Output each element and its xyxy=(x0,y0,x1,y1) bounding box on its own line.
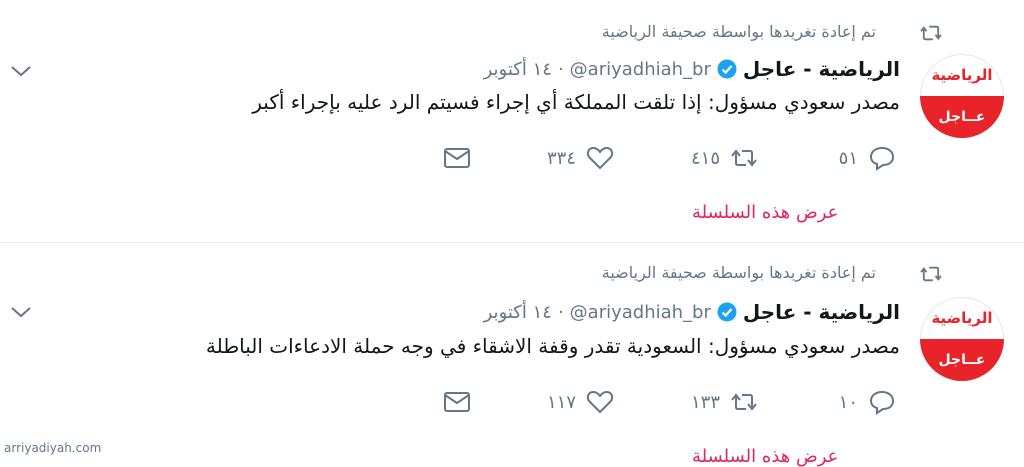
like-icon xyxy=(586,390,614,414)
avatar-badge-text: عــاجل xyxy=(938,109,986,125)
display-name[interactable]: الرياضية - عاجل xyxy=(743,300,900,324)
avatar-badge-text: عــاجل xyxy=(938,352,986,368)
retweeted-by-label: تم إعادة تغريدها بواسطة صحيفة الرياضية xyxy=(601,22,876,41)
avatar[interactable]: الرياضية عــاجل xyxy=(920,297,1004,381)
chevron-down-icon[interactable] xyxy=(10,64,32,78)
tweet-text: مصدر سعودي مسؤول: إذا تلقت المملكة أي إج… xyxy=(252,90,900,114)
like-button[interactable]: ٣٣٤ xyxy=(547,144,614,172)
verified-icon xyxy=(717,302,737,322)
like-count: ٣٣٤ xyxy=(546,147,576,169)
chevron-down-icon[interactable] xyxy=(10,305,32,319)
dm-icon[interactable] xyxy=(443,389,471,415)
retweet-button[interactable]: ١٣٣ xyxy=(691,388,758,416)
dm-icon[interactable] xyxy=(443,145,471,171)
separator: · xyxy=(557,301,564,323)
avatar[interactable]: الرياضية عــاجل xyxy=(920,54,1004,138)
timestamp[interactable]: ١٤ أكتوبر xyxy=(484,59,552,80)
reply-icon xyxy=(869,146,895,171)
show-thread-link[interactable]: عرض هذه السلسلة xyxy=(692,446,838,467)
retweet-count: ٤١٥ xyxy=(690,147,720,169)
reply-count: ١٠ xyxy=(838,391,858,413)
reply-icon xyxy=(869,390,895,415)
reply-button[interactable]: ٥١ xyxy=(839,144,896,172)
reply-count: ٥١ xyxy=(838,147,858,169)
display-name[interactable]: الرياضية - عاجل xyxy=(743,57,900,81)
timestamp[interactable]: ١٤ أكتوبر xyxy=(484,302,552,323)
like-button[interactable]: ١١٧ xyxy=(547,388,614,416)
retweet-icon xyxy=(731,149,757,167)
handle[interactable]: @ariyadhiah_br xyxy=(570,59,711,80)
avatar-logo-text: الرياضية xyxy=(931,66,993,84)
retweeted-by-label: تم إعادة تغريدها بواسطة صحيفة الرياضية xyxy=(601,263,876,282)
avatar-logo-text: الرياضية xyxy=(931,309,993,327)
retweet-count: ١٣٣ xyxy=(690,391,720,413)
retweet-icon xyxy=(731,393,757,411)
tweet-header: الرياضية - عاجل @ariyadhiah_br · ١٤ أكتو… xyxy=(484,56,900,82)
show-thread-link[interactable]: عرض هذه السلسلة xyxy=(692,202,838,223)
tweet-2[interactable]: تم إعادة تغريدها بواسطة صحيفة الرياضية ا… xyxy=(0,243,1024,467)
separator: · xyxy=(557,58,564,80)
tweet-header: الرياضية - عاجل @ariyadhiah_br · ١٤ أكتو… xyxy=(484,299,900,325)
handle[interactable]: @ariyadhiah_br xyxy=(570,302,711,323)
watermark: arriyadiyah.com xyxy=(4,441,102,455)
verified-icon xyxy=(717,59,737,79)
reply-button[interactable]: ١٠ xyxy=(839,388,896,416)
like-count: ١١٧ xyxy=(546,391,576,413)
like-icon xyxy=(586,146,614,170)
retweet-icon xyxy=(920,25,942,41)
tweet-1[interactable]: تم إعادة تغريدها بواسطة صحيفة الرياضية ا… xyxy=(0,0,1024,242)
retweet-icon xyxy=(920,266,942,282)
tweet-text: مصدر سعودي مسؤول: السعودية تقدر وقفة الا… xyxy=(205,334,900,358)
retweet-button[interactable]: ٤١٥ xyxy=(691,144,758,172)
